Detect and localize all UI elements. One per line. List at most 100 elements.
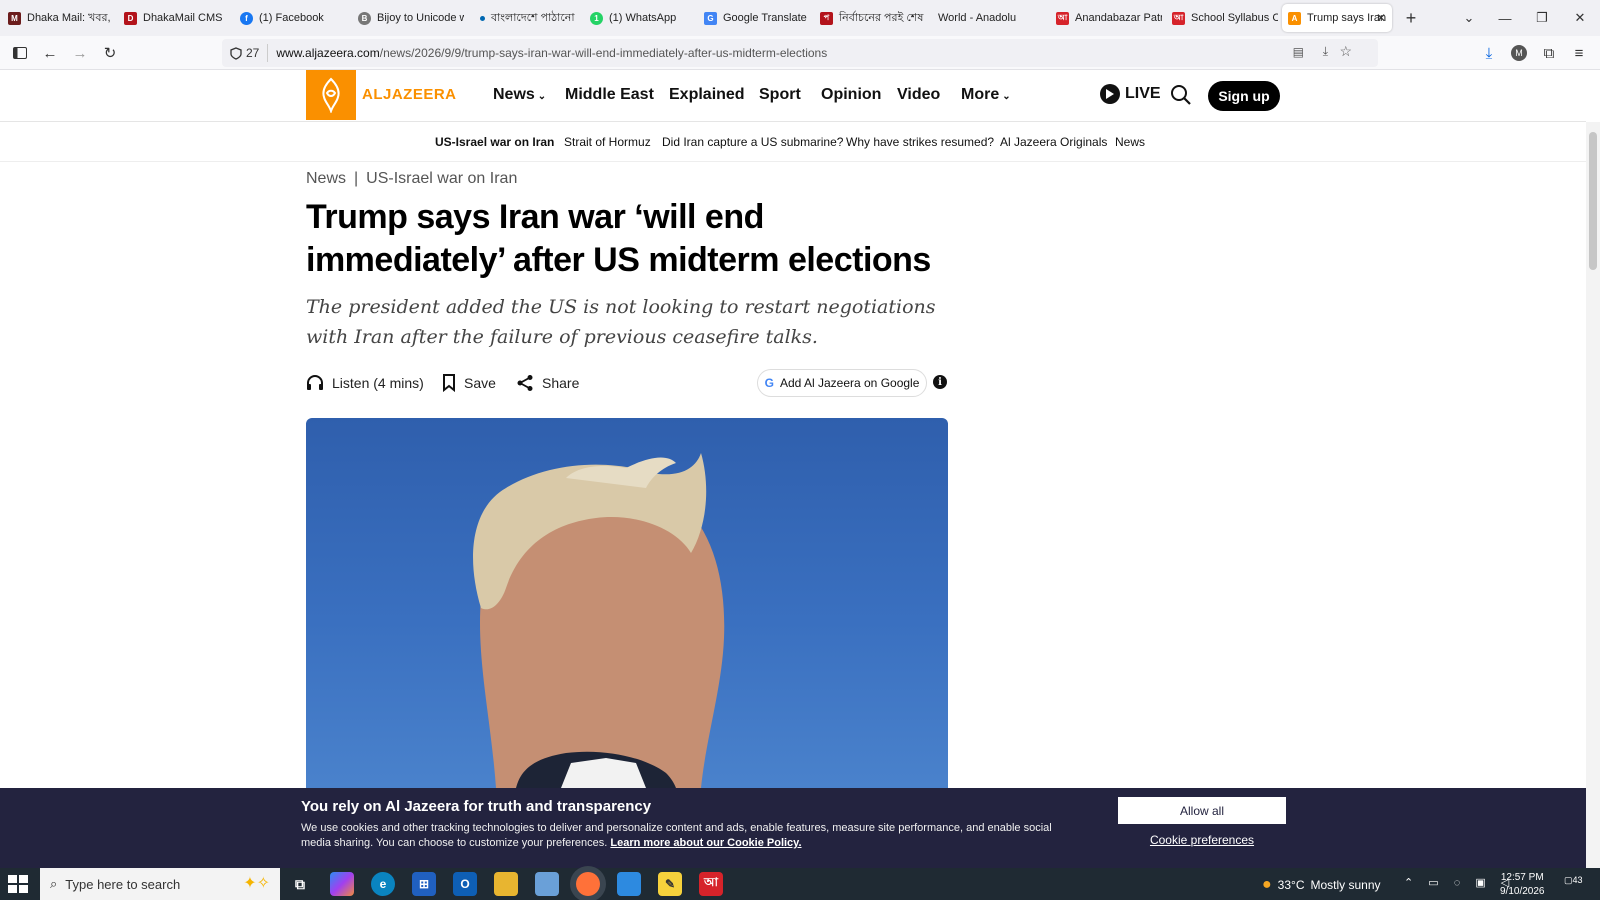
photos-icon[interactable] <box>617 872 641 896</box>
taskbar-search-box[interactable]: ⌕ Type here to search ✦✧ <box>40 868 280 900</box>
breadcrumb-news[interactable]: News <box>306 170 346 187</box>
share-button[interactable]: Share <box>516 374 579 392</box>
edge-icon[interactable]: e <box>371 872 395 896</box>
tab-nirbachon[interactable]: প নির্বাচনের পরই শেষ <box>814 4 926 32</box>
task-view-icon[interactable]: ⧉ <box>288 872 312 896</box>
taskbar-clock[interactable]: 12:57 PM 9/10/2026 <box>1500 871 1545 899</box>
add-on-google-button[interactable]: G Add Al Jazeera on Google <box>757 369 927 397</box>
share-icon <box>517 375 533 391</box>
headphones-icon <box>307 375 323 390</box>
weather-widget[interactable]: ● 33°C Mostly sunny <box>1262 876 1381 894</box>
info-icon[interactable]: i <box>933 375 947 389</box>
menu-icon[interactable]: ≡ <box>1567 41 1591 65</box>
tab-dhakamail-cms[interactable]: D DhakaMail CMS <box>118 4 230 32</box>
system-tray-icons[interactable]: ⌃ ▭ ◌ ▣ ◁ <box>1404 876 1515 889</box>
tab-whatsapp[interactable]: 1 (1) WhatsApp <box>584 4 694 32</box>
windows-start-icon[interactable] <box>8 875 28 893</box>
forward-icon[interactable]: → <box>68 41 92 65</box>
file-explorer-icon[interactable] <box>494 872 518 896</box>
copilot-icon[interactable] <box>330 872 354 896</box>
notepad-icon[interactable] <box>535 872 559 896</box>
close-window-icon[interactable]: ✕ <box>1565 6 1595 30</box>
nav-sport[interactable]: Sport <box>759 86 801 104</box>
allow-all-button[interactable]: Allow all <box>1118 797 1286 824</box>
browser-tab-strip: MDhaka Mail: খবর, ব DDhakaMail CMS f(1) … <box>0 0 1600 36</box>
cookie-banner-text: We use cookies and other tracking techno… <box>301 822 1052 849</box>
extensions-icon[interactable]: ⧉ <box>1537 41 1561 65</box>
sidebar-toggle-icon[interactable] <box>8 41 32 65</box>
save-button[interactable]: Save <box>442 374 496 392</box>
tab-school-syllabus[interactable]: আ School Syllabus Ch <box>1166 4 1278 32</box>
play-icon <box>1100 84 1120 104</box>
notifications-icon[interactable]: ▢43 <box>1564 875 1583 886</box>
tab-bangladeshe[interactable]: বাংলাদেশে পাঠানো <box>474 4 584 32</box>
tab-anandabazar[interactable]: আ Anandabazar Patri <box>1050 4 1162 32</box>
nav-opinion[interactable]: Opinion <box>821 86 881 104</box>
sun-icon: ● <box>1262 876 1272 893</box>
nav-video[interactable]: Video <box>897 86 940 104</box>
back-icon[interactable]: ← <box>38 41 62 65</box>
breadcrumb: News | US-Israel war on Iran <box>306 170 517 188</box>
chevron-down-icon: ⌄ <box>537 91 547 102</box>
reload-icon[interactable]: ↻ <box>98 41 122 65</box>
cookie-banner-title: You rely on Al Jazeera for truth and tra… <box>301 798 652 815</box>
page-scrollbar[interactable] <box>1586 122 1600 868</box>
sparkle-icon: ✦✧ <box>243 875 270 892</box>
minimize-icon[interactable]: — <box>1490 6 1520 30</box>
school-favicon-icon: আ <box>1172 11 1185 25</box>
cookie-preferences-link[interactable]: Cookie preferences <box>1118 833 1286 847</box>
subnav-strikes-resumed[interactable]: Why have strikes resumed? <box>846 135 994 149</box>
windows-taskbar: ⌕ Type here to search ✦✧ ⧉ e ⊞ O ✎ আ ● 3… <box>0 868 1600 900</box>
tab-anadolu[interactable]: World - Anadolu <box>932 4 1044 32</box>
sign-up-button[interactable]: Sign up <box>1208 81 1280 111</box>
nav-middle-east[interactable]: Middle East <box>565 86 654 104</box>
cookie-policy-link[interactable]: Learn more about our Cookie Policy. <box>610 837 801 849</box>
dhakamail-cms-favicon-icon: D <box>124 11 137 25</box>
hero-photo-illustration <box>473 453 725 788</box>
url-text[interactable]: www.aljazeera.com/news/2026/9/9/trump-sa… <box>276 46 827 60</box>
subnav-al-jazeera-originals[interactable]: Al Jazeera Originals <box>1000 135 1107 149</box>
breadcrumb-topic[interactable]: US-Israel war on Iran <box>366 170 517 187</box>
downloads-icon[interactable]: ⤓ <box>1477 41 1501 65</box>
anandabazar-app-icon[interactable]: আ <box>699 872 723 896</box>
subnav-us-israel-war[interactable]: US-Israel war on Iran <box>435 135 554 149</box>
topic-subnav: US-Israel war on Iran Strait of Hormuz D… <box>0 122 1586 162</box>
tab-bijoy-unicode[interactable]: B Bijoy to Unicode w <box>352 4 464 32</box>
outlook-icon[interactable]: O <box>453 872 477 896</box>
tab-close-icon[interactable]: ✕ <box>1376 11 1386 25</box>
bookmark-star-icon[interactable]: ☆ <box>1339 43 1352 60</box>
firefox-icon[interactable] <box>576 872 600 896</box>
nav-explained[interactable]: Explained <box>669 86 745 104</box>
search-icon[interactable] <box>1170 84 1192 111</box>
article-subheading: The president added the US is not lookin… <box>306 296 936 348</box>
tab-dhaka-mail[interactable]: MDhaka Mail: খবর, ব <box>2 4 110 32</box>
listen-button[interactable]: Listen (4 mins) <box>306 374 424 392</box>
new-tab-button[interactable]: + <box>1396 6 1426 30</box>
news-favicon-icon: প <box>820 11 833 25</box>
sticky-notes-icon[interactable]: ✎ <box>658 872 682 896</box>
tracking-protection-shield[interactable]: 27 <box>230 44 269 62</box>
scrollbar-thumb[interactable] <box>1589 132 1597 270</box>
profile-avatar[interactable]: M <box>1507 41 1531 65</box>
chevron-down-icon: ⌄ <box>1002 91 1011 102</box>
subnav-news[interactable]: News <box>1115 135 1145 149</box>
nav-more[interactable]: More ⌄ <box>961 86 1011 104</box>
reader-view-icon[interactable]: ▤ <box>1293 45 1304 59</box>
tab-google-translate[interactable]: G Google Translate <box>698 4 808 32</box>
tab-facebook[interactable]: f (1) Facebook <box>234 4 346 32</box>
logo-wordmark[interactable]: ALJAZEERA <box>362 86 457 103</box>
nav-news[interactable]: News ⌄ <box>493 86 546 104</box>
tab-aljazeera-active[interactable]: A Trump says Iran ✕ <box>1282 4 1392 32</box>
article-headline: Trump says Iran war ‘will end immediatel… <box>306 198 931 279</box>
store-icon[interactable]: ⊞ <box>412 872 436 896</box>
subnav-strait-of-hormuz[interactable]: Strait of Hormuz <box>564 135 651 149</box>
live-button[interactable]: LIVE <box>1100 84 1161 104</box>
whatsapp-favicon-icon: 1 <box>590 11 603 25</box>
save-to-pocket-icon[interactable]: ⤓ <box>1323 44 1328 59</box>
site-header: ALJAZEERA News ⌄ Middle East Explained Sp… <box>0 70 1586 122</box>
restore-icon[interactable]: ❐ <box>1527 6 1557 30</box>
list-tabs-icon[interactable]: ⌄ <box>1454 6 1484 30</box>
subnav-iran-submarine[interactable]: Did Iran capture a US submarine? <box>662 135 843 149</box>
url-bar[interactable]: 27 www.aljazeera.com/news/2026/9/9/trump… <box>222 39 1378 67</box>
aljazeera-logo-icon[interactable] <box>306 70 356 120</box>
